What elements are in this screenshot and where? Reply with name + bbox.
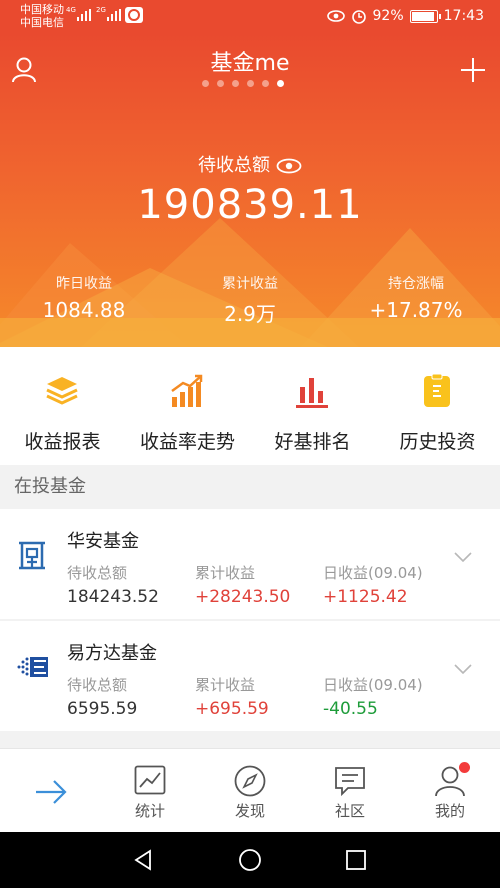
notification-badge <box>459 762 470 773</box>
fund-daily: 日收益(09.04) -40.55 <box>323 674 423 719</box>
tab-label: 统计 <box>134 802 165 820</box>
page-dot <box>247 80 254 87</box>
menu-yield-trend[interactable]: 收益率走势 <box>125 347 250 465</box>
status-bar: 中国移动 中国电信 4G 2G 92% 17:43 <box>0 0 500 33</box>
alarm-icon <box>351 10 366 24</box>
fund-pending: 待收总额 6595.59 <box>67 674 137 719</box>
stat-holding-change: 持仓涨幅 +17.87% <box>346 273 486 322</box>
fund-cumulative-label: 累计收益 <box>195 676 256 694</box>
tab-home[interactable] <box>0 749 100 833</box>
tab-profile[interactable]: 我的 <box>400 749 500 833</box>
recents-icon[interactable] <box>345 849 367 871</box>
back-icon[interactable] <box>132 849 154 871</box>
chat-icon <box>335 767 365 797</box>
add-icon[interactable] <box>460 57 486 83</box>
menu-label: 好基排名 <box>274 431 351 453</box>
page-dot <box>217 80 224 87</box>
stat-value: 2.9万 <box>224 302 276 326</box>
pending-label-text: 待收总额 <box>198 155 270 176</box>
pending-total-label: 待收总额 <box>0 151 500 177</box>
chart-icon <box>134 765 166 795</box>
carrier-info: 中国移动 中国电信 <box>20 3 64 29</box>
fund-name: 华安基金 <box>67 531 139 552</box>
carrier-1: 中国移动 <box>20 3 64 16</box>
summary-hero: 基金me 待收总额 190839.11 昨日收益 1084.88 累计收益 2.… <box>0 33 500 347</box>
efund-logo-icon <box>17 657 48 677</box>
tab-label: 发现 <box>234 802 265 820</box>
fund-cumulative-value: +28243.50 <box>195 587 291 607</box>
fund-cumulative-label: 累计收益 <box>195 564 256 582</box>
fund-daily-label: 日收益(09.04) <box>323 564 423 582</box>
menu-label: 收益率走势 <box>139 431 235 453</box>
fund-pending-label: 待收总额 <box>67 676 128 694</box>
menu-fund-ranking[interactable]: 好基排名 <box>250 347 375 465</box>
arrow-right-icon <box>36 780 67 804</box>
stat-label: 持仓涨幅 <box>388 276 444 292</box>
ranking-bars-icon <box>296 378 328 408</box>
fund-cumulative-value: +695.59 <box>195 699 269 719</box>
fund-name: 易方达基金 <box>67 643 157 664</box>
page-dot <box>202 80 209 87</box>
fund-daily-label: 日收益(09.04) <box>323 676 423 694</box>
pending-total-value: 190839.11 <box>137 182 363 228</box>
page-indicator <box>202 80 284 87</box>
app-notification-icon <box>125 7 143 23</box>
tab-label: 社区 <box>334 802 365 820</box>
stat-value: 1084.88 <box>42 298 126 322</box>
stat-cumulative: 累计收益 2.9万 <box>180 273 320 327</box>
stat-label: 昨日收益 <box>56 276 112 292</box>
fund-pending-label: 待收总额 <box>67 564 128 582</box>
page-dot <box>277 80 284 87</box>
chevron-down-icon[interactable] <box>454 552 472 562</box>
fund-pending-value: 184243.52 <box>67 587 159 607</box>
menu-income-report[interactable]: 收益报表 <box>0 347 125 465</box>
battery-icon <box>409 9 441 23</box>
fund-pending-value: 6595.59 <box>67 699 138 719</box>
tab-statistics[interactable]: 统计 <box>100 749 200 833</box>
tab-community[interactable]: 社区 <box>300 749 400 833</box>
quick-menu: 收益报表 收益率走势 好基排名 历史投资 <box>0 347 500 465</box>
home-icon[interactable] <box>238 848 262 872</box>
fund-daily-value: -40.55 <box>323 699 378 719</box>
menu-label: 历史投资 <box>399 431 476 453</box>
tab-discover[interactable]: 发现 <box>200 749 300 833</box>
fund-daily-value: +1125.42 <box>323 587 408 607</box>
battery-percent: 92% <box>372 8 404 24</box>
page-dot <box>262 80 269 87</box>
system-nav-bar <box>0 832 500 888</box>
carrier-2: 中国电信 <box>20 16 64 29</box>
section-title: 在投基金 <box>14 476 86 497</box>
fund-cumulative: 累计收益 +695.59 <box>195 674 269 719</box>
stat-yesterday: 昨日收益 1084.88 <box>14 273 154 322</box>
battery-fill <box>411 11 434 21</box>
fund-row[interactable]: 易方达基金 待收总额 6595.59 累计收益 +695.59 日收益(09.0… <box>0 621 500 731</box>
tab-label: 我的 <box>434 802 465 820</box>
menu-investment-history[interactable]: 历史投资 <box>375 347 500 465</box>
chevron-down-icon[interactable] <box>454 664 472 674</box>
clock: 17:43 <box>443 8 484 24</box>
signal-1-icon <box>77 9 91 21</box>
fund-daily: 日收益(09.04) +1125.42 <box>323 562 423 607</box>
layers-icon <box>46 377 78 405</box>
eye-toggle-icon[interactable] <box>276 158 302 174</box>
history-list-icon <box>424 373 450 407</box>
bottom-tab-bar: 统计 发现 社区 我的 <box>0 748 500 833</box>
stat-value: +17.87% <box>369 298 463 322</box>
stat-label: 累计收益 <box>222 276 278 292</box>
page-dot <box>232 80 239 87</box>
signal-2-icon <box>107 9 121 21</box>
menu-label: 收益报表 <box>24 431 101 453</box>
app-title: 基金me <box>210 51 290 76</box>
network-type-2: 2G <box>96 6 106 14</box>
eye-comfort-icon <box>326 10 345 22</box>
network-type-1: 4G <box>66 6 76 14</box>
fund-row[interactable]: 华安基金 待收总额 184243.52 累计收益 +28243.50 日收益(0… <box>0 509 500 619</box>
huaan-logo-icon <box>19 541 45 570</box>
status-right: 92% 17:43 <box>326 8 484 24</box>
fund-cumulative: 累计收益 +28243.50 <box>195 562 290 607</box>
trend-chart-icon <box>171 374 203 407</box>
compass-icon <box>234 765 266 797</box>
fund-pending: 待收总额 184243.52 <box>67 562 159 607</box>
